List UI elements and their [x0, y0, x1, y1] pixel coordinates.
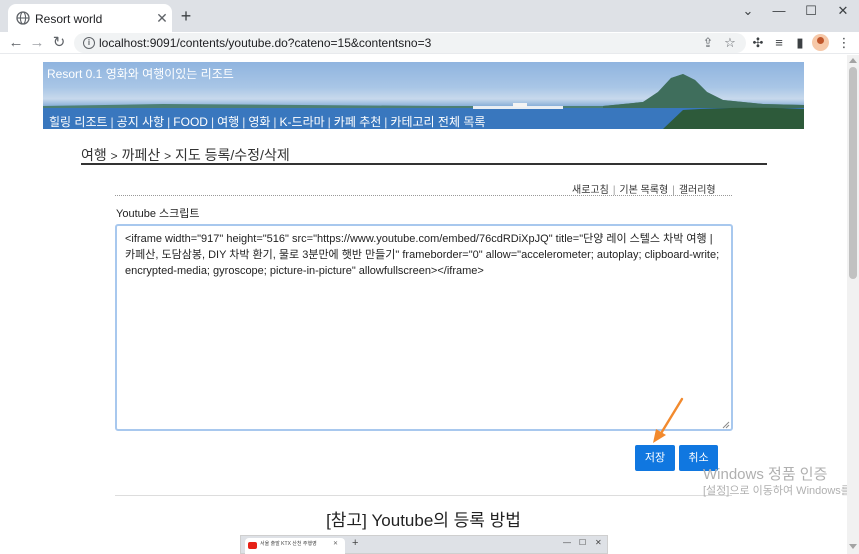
breadcrumb-cafe[interactable]: 까페산	[122, 147, 161, 163]
tab-title: Resort world	[35, 12, 103, 26]
address-bar[interactable]: i localhost:9091/contents/youtube.do?cat…	[74, 33, 746, 53]
more-menu-icon[interactable]: ⋮	[835, 34, 853, 52]
title-divider	[81, 163, 767, 165]
breadcrumb: 여행 > 까페산 > 지도 등록/수정/삭제	[81, 145, 290, 165]
maximize-icon[interactable]: ☐	[796, 2, 826, 20]
bookmark-star-icon[interactable]: ☆	[722, 35, 738, 51]
menu-item-kdrama[interactable]: K-드라마	[280, 115, 325, 129]
youtube-script-textarea[interactable]: <iframe width="917" height="516" src="ht…	[115, 224, 733, 431]
dotted-divider	[115, 195, 732, 196]
breadcrumb-separator: >	[110, 149, 118, 163]
site-banner: Resort 0.1 영화와 여행이있는 리조트 힐링 리조트 | 공지 사항 | FO…	[43, 62, 804, 129]
youtube-script-label: Youtube 스크립트	[116, 208, 200, 220]
reference-title: [참고] Youtube의 등록 방법	[326, 511, 521, 530]
share-icon[interactable]: ⇪	[700, 35, 716, 51]
breadcrumb-separator: >	[164, 149, 172, 163]
menu-item-travel[interactable]: 여행	[217, 115, 239, 129]
reading-list-icon[interactable]: ≡	[770, 34, 788, 52]
site-title: Resort 0.1 영화와 여행이있는 리조트	[47, 67, 234, 81]
browser-tab[interactable]: Resort world ✕	[8, 4, 172, 32]
site-menu: 힐링 리조트 | 공지 사항 | FOOD | 여행 | 영화 | K-드라마 | 카페 추천 | 카테고리…	[49, 115, 486, 129]
info-icon[interactable]: i	[83, 37, 95, 49]
menu-item-movie[interactable]: 영화	[248, 115, 270, 129]
breadcrumb-travel[interactable]: 여행	[81, 147, 107, 163]
menu-item-notice[interactable]: 공지 사항	[117, 115, 165, 129]
tab-strip: Resort world ✕ + ⌄ — ☐ ✕	[0, 0, 859, 32]
browser-toolbar: ← → ↻ i localhost:9091/contents/youtube.…	[0, 32, 859, 54]
maximize-icon: ☐	[579, 538, 587, 547]
scroll-thumb[interactable]	[849, 67, 857, 279]
menu-item-cafe[interactable]: 카페 추천	[334, 115, 382, 129]
close-tab-icon[interactable]: ✕	[154, 10, 170, 26]
save-button[interactable]: 저장	[635, 445, 675, 471]
url-text: localhost:9091/contents/youtube.do?caten…	[99, 36, 432, 50]
forward-icon[interactable]: →	[27, 33, 47, 53]
section-divider	[115, 495, 732, 496]
plus-icon: +	[352, 537, 359, 549]
close-icon: ✕	[333, 541, 339, 547]
reference-screenshot: 서울 출발 KTX 산천 주행영 ✕ + — ☐ ✕	[240, 535, 608, 554]
side-panel-icon[interactable]: ▮	[791, 34, 809, 52]
youtube-icon	[248, 542, 257, 549]
back-icon[interactable]: ←	[6, 33, 26, 53]
reference-tab-label: 서울 출발 KTX 산천 주행영	[260, 541, 317, 547]
new-tab-button[interactable]: +	[177, 6, 195, 26]
reference-tab: 서울 출발 KTX 산천 주행영 ✕	[245, 538, 345, 554]
chevron-down-icon[interactable]: ⌄	[733, 2, 763, 20]
extensions-icon[interactable]: ✣	[749, 34, 767, 52]
minimize-icon: —	[563, 538, 571, 547]
page-viewport: Resort 0.1 영화와 여행이있는 리조트 힐링 리조트 | 공지 사항 | FO…	[0, 55, 847, 554]
close-icon[interactable]: ✕	[828, 2, 858, 20]
menu-item-healing-resort[interactable]: 힐링 리조트	[49, 115, 108, 129]
scroll-up-icon[interactable]	[849, 58, 857, 63]
page-scrollbar[interactable]	[847, 55, 859, 554]
view-links: 새로고침 | 기본 목록형 | 갤러리형	[572, 185, 716, 196]
resize-grip-icon[interactable]	[722, 421, 730, 429]
reload-icon[interactable]: ↻	[49, 33, 69, 53]
arrow-annotation-icon	[653, 397, 684, 443]
close-icon: ✕	[595, 538, 602, 547]
breadcrumb-current: 지도 등록/수정/삭제	[175, 147, 290, 163]
windows-activation-hint: [설정]으로 이동하여 Windows를	[703, 485, 847, 497]
minimize-icon[interactable]: —	[764, 2, 794, 20]
menu-item-all-categories[interactable]: 카테고리 전체 목록	[390, 115, 485, 129]
globe-icon	[16, 11, 30, 25]
profile-avatar[interactable]	[812, 34, 829, 51]
menu-item-food[interactable]: FOOD	[173, 115, 208, 129]
windows-activation-watermark: Windows 정품 인증	[703, 466, 828, 483]
scroll-down-icon[interactable]	[849, 544, 857, 549]
